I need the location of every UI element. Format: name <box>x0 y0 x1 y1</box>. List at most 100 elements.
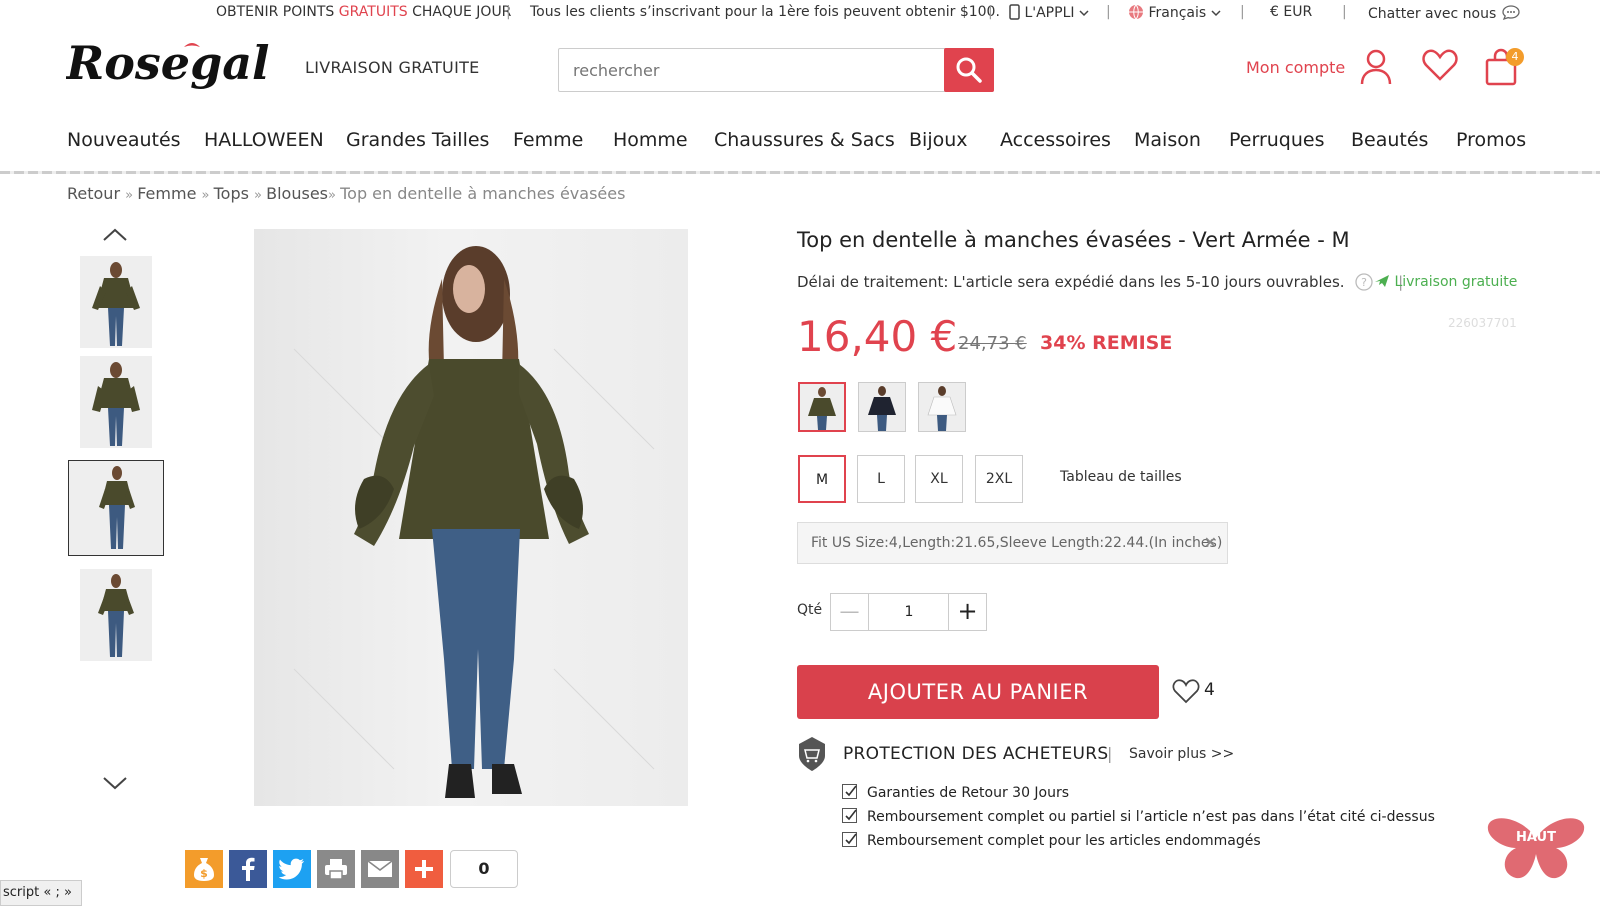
current-price: 16,40 € <box>797 312 958 361</box>
app-link[interactable]: L'APPLI <box>1009 4 1089 21</box>
wishlist-count: 4 <box>1204 680 1215 700</box>
breadcrumb-back[interactable]: Retour <box>67 184 120 203</box>
size-chart-link[interactable]: Tableau de tailles <box>1060 469 1182 485</box>
back-to-top-button[interactable]: HAUT <box>1486 808 1586 884</box>
chevron-down-icon <box>1079 10 1089 17</box>
breadcrumb-blouses[interactable]: Blouses <box>266 184 328 203</box>
points-text-post: CHAQUE JOUR <box>412 4 512 20</box>
nav-divider <box>0 171 1600 174</box>
share-email-button[interactable] <box>361 850 399 888</box>
nav-item-nouveautes[interactable]: Nouveautés <box>67 129 181 151</box>
product-sku: 226037701 <box>1448 316 1517 330</box>
account-link[interactable]: Mon compte <box>1246 58 1345 77</box>
free-delivery-label: Livraison gratuite <box>1394 274 1518 290</box>
nav-item-halloween[interactable]: HALLOWEEN <box>204 129 324 151</box>
size-option-2xl[interactable]: 2XL <box>975 455 1023 503</box>
new-customer-promo[interactable]: Tous les clients s’inscrivant pour la 1è… <box>530 4 1000 20</box>
nav-item-beautes[interactable]: Beautés <box>1351 129 1428 151</box>
thumbnail-4[interactable] <box>80 569 152 661</box>
search-button[interactable] <box>944 48 994 92</box>
nav-item-grandes-tailles[interactable]: Grandes Tailles <box>346 129 489 151</box>
size-option-m[interactable]: M <box>798 455 846 503</box>
size-option-xl[interactable]: XL <box>915 455 963 503</box>
breadcrumb: Retour » Femme » Tops » Blouses» Top en … <box>67 184 625 203</box>
svg-text:HAUT: HAUT <box>1516 830 1556 845</box>
nav-item-accessoires[interactable]: Accessoires <box>1000 129 1111 151</box>
nav-item-homme[interactable]: Homme <box>613 129 688 151</box>
size-option-l[interactable]: L <box>857 455 905 503</box>
points-text-pre: OBTENIR POINTS <box>216 4 335 20</box>
color-swatch-black[interactable] <box>858 382 906 432</box>
thumbnail-3-selected[interactable] <box>68 460 164 556</box>
nav-item-promos[interactable]: Promos <box>1456 129 1526 151</box>
breadcrumb-tops[interactable]: Tops <box>214 184 249 203</box>
nav-item-chaussures-sacs[interactable]: Chaussures & Sacs <box>714 129 895 151</box>
nav-item-femme[interactable]: Femme <box>513 129 583 151</box>
search-bar <box>558 48 994 92</box>
learn-more-link[interactable]: Savoir plus >> <box>1129 746 1234 762</box>
share-facebook-button[interactable] <box>229 850 267 888</box>
add-to-cart-button[interactable]: AJOUTER AU PANIER <box>797 665 1159 719</box>
share-twitter-button[interactable] <box>273 850 311 888</box>
chevron-down-icon[interactable] <box>102 776 128 790</box>
rosegal-logo[interactable]: Rosegal <box>66 35 286 105</box>
user-icon[interactable] <box>1360 48 1392 86</box>
nav-item-perruques[interactable]: Perruques <box>1229 129 1325 151</box>
close-icon[interactable]: ✕ <box>1204 523 1217 563</box>
chat-bubble-icon <box>1502 5 1520 21</box>
chat-label: Chatter avec nous <box>1368 6 1497 22</box>
points-text-red: GRATUITS <box>338 4 408 20</box>
chat-link[interactable]: Chatter avec nous <box>1368 4 1521 22</box>
chevron-down-icon <box>1211 10 1221 17</box>
divider: | <box>988 4 993 20</box>
search-input[interactable] <box>559 49 945 91</box>
color-swatch-white[interactable] <box>918 382 966 432</box>
original-price: 24,73 € <box>958 333 1027 354</box>
printer-icon <box>325 859 347 880</box>
thumbnail-2[interactable] <box>80 356 152 448</box>
quantity-decrease-button[interactable]: — <box>831 594 869 630</box>
product-main-image[interactable] <box>254 229 688 806</box>
svg-text:$: $ <box>200 867 208 880</box>
discount-badge: 34% REMISE <box>1040 332 1173 354</box>
globe-icon <box>1129 4 1143 20</box>
color-swatch-army-green[interactable] <box>798 382 846 432</box>
svg-text:Rosegal: Rosegal <box>66 36 270 90</box>
points-promo[interactable]: OBTENIR POINTS GRATUITS CHAQUE JOUR <box>216 4 511 20</box>
divider: | <box>506 4 511 20</box>
currency-selector[interactable]: € EUR <box>1270 4 1312 20</box>
share-more-button[interactable] <box>405 850 443 888</box>
breadcrumb-separator: » <box>125 188 138 203</box>
chevron-up-icon[interactable] <box>102 228 128 242</box>
guarantee-item: Remboursement complet pour les articles … <box>842 832 1261 849</box>
site-header: Rosegal LIVRAISON GRATUITE Mon compte 4 <box>0 30 1600 110</box>
language-selector[interactable]: Français <box>1128 4 1221 21</box>
share-print-button[interactable] <box>317 850 355 888</box>
buyer-protection: PROTECTION DES ACHETEURS | Savoir plus >… <box>797 736 1317 772</box>
processing-text: Délai de traitement: L'article sera expé… <box>797 273 1345 291</box>
protection-title: PROTECTION DES ACHETEURS <box>843 744 1109 764</box>
breadcrumb-separator: » <box>254 188 267 203</box>
twitter-icon <box>279 858 304 880</box>
phone-icon <box>1009 4 1020 20</box>
cart-count-badge: 4 <box>1506 48 1524 66</box>
thumbnail-1[interactable] <box>80 256 152 348</box>
wishlist-heart-icon[interactable] <box>1422 48 1458 82</box>
butterfly-icon: HAUT <box>1487 815 1585 879</box>
top-bar: OBTENIR POINTS GRATUITS CHAQUE JOUR | To… <box>0 0 1600 26</box>
thumbnail-gallery <box>66 224 166 804</box>
help-icon[interactable]: ? <box>1355 273 1373 291</box>
app-label: L'APPLI <box>1024 5 1075 21</box>
guarantee-text: Garanties de Retour 30 Jours <box>867 785 1070 801</box>
divider: | <box>1107 744 1113 763</box>
breadcrumb-femme[interactable]: Femme <box>137 184 196 203</box>
share-bookmark-button[interactable]: $ <box>185 850 223 888</box>
nav-item-bijoux[interactable]: Bijoux <box>909 129 968 151</box>
processing-time: Délai de traitement: L'article sera expé… <box>797 273 1403 291</box>
quantity-input[interactable]: 1 <box>869 594 949 630</box>
quantity-increase-button[interactable]: + <box>948 594 986 630</box>
guarantee-text: Remboursement complet ou partiel si l’ar… <box>867 809 1435 825</box>
wishlist-heart-icon[interactable] <box>1172 678 1200 704</box>
nav-item-maison[interactable]: Maison <box>1134 129 1201 151</box>
airplane-icon <box>1375 275 1389 287</box>
